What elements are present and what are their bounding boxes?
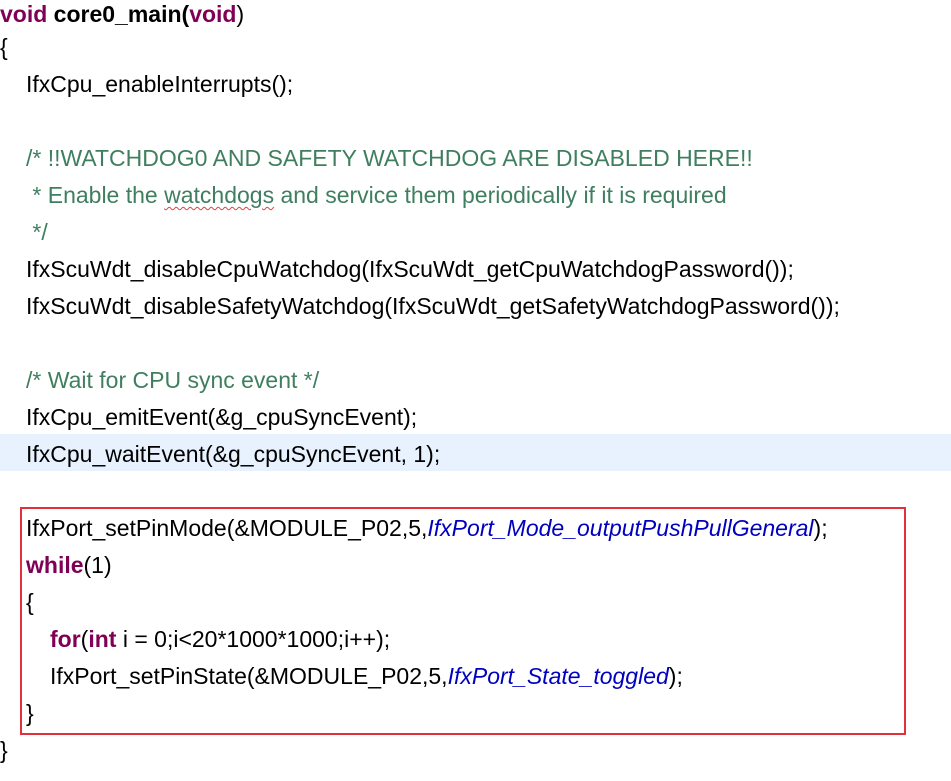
code-line-comment-sync: /* Wait for CPU sync event */ [26,362,319,399]
wait-event-call: IfxCpu_waitEvent(&g_cpuSyncEvent, 1); [26,441,441,467]
code-line-disable-cpu-watchdog: IfxScuWdt_disableCpuWatchdog(IfxScuWdt_g… [26,251,794,288]
disable-safety-watchdog-call: IfxScuWdt_disableSafetyWatchdog(IfxScuWd… [26,293,840,319]
code-line-open-brace: { [0,29,8,66]
function-name: core0_main( [47,1,190,27]
code-line-comment-2: * Enable the watchdogs and service them … [26,177,727,214]
close-paren: ) [236,1,245,27]
keyword-void: void [0,1,48,27]
comment-wait-sync: /* Wait for CPU sync event */ [26,367,320,393]
disable-cpu-watchdog-call: IfxScuWdt_disableCpuWatchdog(IfxScuWdt_g… [26,256,794,282]
emit-event-call: IfxCpu_emitEvent(&g_cpuSyncEvent); [26,404,418,430]
code-line-comment-1: /* !!WATCHDOG0 AND SAFETY WATCHDOG ARE D… [26,140,753,177]
highlight-annotation-box [20,507,906,735]
code-line-comment-3: */ [26,214,48,251]
code-line-function-signature: void core0_main(void) [0,0,244,33]
code-line-disable-safety-watchdog: IfxScuWdt_disableSafetyWatchdog(IfxScuWd… [26,288,840,325]
code-line-wait-event[interactable]: IfxCpu_waitEvent(&g_cpuSyncEvent, 1); [26,436,440,473]
spellcheck-word-watchdogs: watchdogs [164,182,275,208]
open-brace: { [0,34,8,60]
comment-close: */ [26,219,48,245]
code-editor[interactable]: void core0_main(void) { IfxCpu_enableInt… [0,0,951,781]
comment-enable-prefix: * Enable the [26,182,165,208]
code-line-close-brace: } [0,732,8,769]
comment-watchdog-disabled: /* !!WATCHDOG0 AND SAFETY WATCHDOG ARE D… [26,145,753,171]
code-line-emit-event: IfxCpu_emitEvent(&g_cpuSyncEvent); [26,399,417,436]
keyword-void-param: void [189,1,237,27]
code-line-enable-interrupts: IfxCpu_enableInterrupts(); [26,66,293,103]
close-brace: } [0,737,8,763]
comment-enable-suffix: and service them periodically if it is r… [274,182,727,208]
enable-interrupts-call: IfxCpu_enableInterrupts(); [26,71,294,97]
